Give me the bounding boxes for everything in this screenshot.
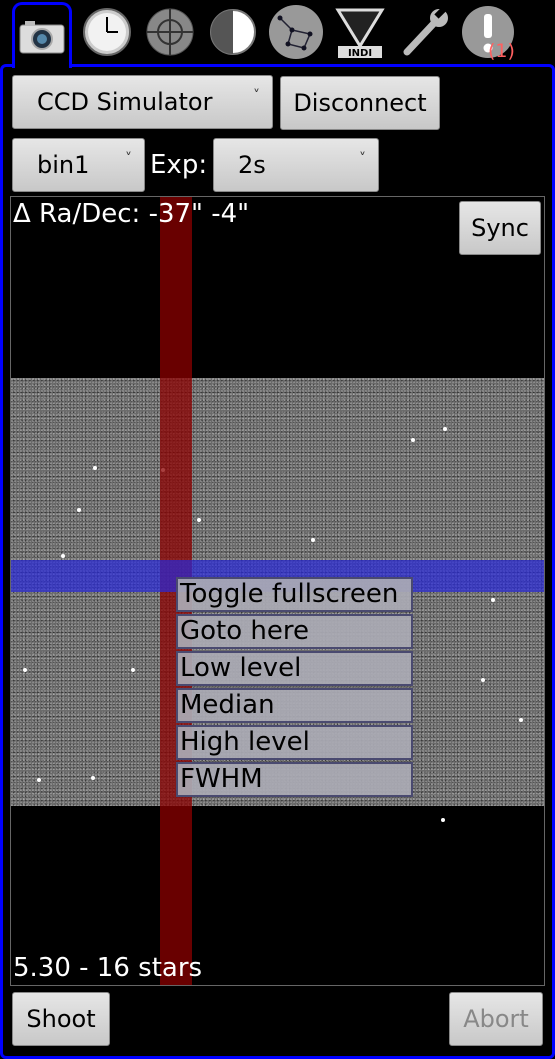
chevron-down-icon: ˅ [359, 151, 366, 167]
tab-clock[interactable] [77, 2, 137, 62]
star [443, 427, 447, 431]
constellation-icon [269, 5, 323, 59]
tab-bar: INDI (1) [0, 0, 555, 68]
svg-text:INDI: INDI [348, 48, 372, 59]
star [519, 718, 523, 722]
star [491, 598, 495, 602]
exposure-select[interactable]: 2s ˅ [213, 138, 379, 192]
device-select-value: CCD Simulator [37, 88, 213, 116]
exposure-label: Exp: [150, 150, 208, 180]
star [61, 554, 65, 558]
menu-item-goto-here[interactable]: Goto here [176, 614, 413, 649]
star [481, 678, 485, 682]
camera-icon [19, 20, 65, 53]
clock-icon [83, 8, 131, 56]
binning-select[interactable]: bin1 ˅ [12, 138, 145, 192]
star [23, 668, 27, 672]
indi-icon: INDI [335, 8, 385, 59]
shoot-button[interactable]: Shoot [12, 992, 110, 1046]
star [131, 668, 135, 672]
tab-indi[interactable]: INDI [330, 2, 390, 62]
chevron-down-icon: ˅ [253, 88, 260, 104]
tab-camera[interactable] [12, 2, 72, 68]
alert-badge: (1) [488, 40, 515, 62]
wrench-icon [403, 7, 448, 56]
stars-status: 5.30 - 16 stars [13, 953, 203, 983]
menu-item-high-level[interactable]: High level [176, 725, 413, 760]
menu-item-fwhm[interactable]: FWHM [176, 762, 413, 797]
chevron-down-icon: ˅ [125, 151, 132, 167]
star [441, 818, 445, 822]
crosshair-icon [146, 8, 194, 56]
tab-focuser[interactable] [140, 2, 200, 62]
sync-button[interactable]: Sync [459, 201, 541, 255]
menu-item-toggle-fullscreen[interactable]: Toggle fullscreen [176, 577, 413, 612]
star [197, 518, 201, 522]
star [411, 438, 415, 442]
tab-settings[interactable] [395, 2, 455, 62]
radec-offset: Δ Ra/Dec: -37" -4" [13, 199, 250, 229]
tab-filter[interactable] [203, 2, 263, 62]
exposure-select-value: 2s [238, 151, 266, 179]
abort-button[interactable]: Abort [449, 992, 543, 1046]
star [77, 508, 81, 512]
menu-item-low-level[interactable]: Low level [176, 651, 413, 686]
star [37, 778, 41, 782]
star [311, 538, 315, 542]
tab-alerts[interactable]: (1) [458, 2, 518, 62]
half-circle-icon [210, 9, 256, 55]
image-viewer[interactable]: Δ Ra/Dec: -37" -4" Sync 5.30 - 16 stars … [10, 196, 545, 986]
menu-item-median[interactable]: Median [176, 688, 413, 723]
binning-select-value: bin1 [37, 151, 90, 179]
star [91, 776, 95, 780]
context-menu: Toggle fullscreen Goto here Low level Me… [176, 577, 413, 799]
star [93, 466, 97, 470]
disconnect-button[interactable]: Disconnect [280, 76, 440, 130]
device-select[interactable]: CCD Simulator ˅ [12, 75, 273, 129]
tab-sky[interactable] [266, 2, 326, 62]
